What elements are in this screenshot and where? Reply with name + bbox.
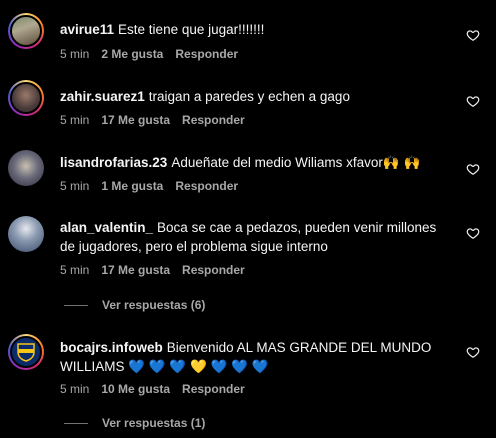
comment-time: 5 min xyxy=(60,263,90,277)
divider-line xyxy=(64,423,88,425)
reply-button[interactable]: Responder xyxy=(175,179,238,193)
view-replies-button[interactable]: Ver respuestas (1) xyxy=(64,416,205,430)
reply-button[interactable]: Responder xyxy=(182,263,245,277)
comment-time: 5 min xyxy=(60,113,90,127)
heart-outline-icon[interactable] xyxy=(466,345,480,359)
avatar[interactable] xyxy=(8,334,44,370)
view-replies-label[interactable]: Ver respuestas (6) xyxy=(102,298,205,312)
comment-likes[interactable]: 1 Me gusta xyxy=(101,179,163,193)
divider-line xyxy=(64,305,88,307)
heart-outline-icon[interactable] xyxy=(466,94,480,108)
avatar[interactable] xyxy=(8,13,44,49)
comment-text: traigan a paredes y echen a gago xyxy=(148,89,350,104)
view-replies-button[interactable]: Ver respuestas (6) xyxy=(64,298,205,312)
comment-text: Adueñate del medio Wiliams xfavor🙌 🙌 xyxy=(171,155,421,170)
comment-time: 5 min xyxy=(60,47,90,61)
comment-likes[interactable]: 17 Me gusta xyxy=(101,113,170,127)
heart-outline-icon[interactable] xyxy=(466,28,480,42)
comment-time: 5 min xyxy=(60,179,90,193)
heart-outline-icon[interactable] xyxy=(466,162,480,176)
comment-time: 5 min xyxy=(60,382,90,396)
comment-username[interactable]: zahir.suarez1 xyxy=(60,89,145,104)
avatar[interactable] xyxy=(8,80,44,116)
comment-username[interactable]: lisandrofarias.23 xyxy=(60,155,167,170)
comment-username[interactable]: bocajrs.infoweb xyxy=(60,340,163,355)
reply-button[interactable]: Responder xyxy=(182,113,245,127)
club-crest-icon xyxy=(17,343,35,362)
view-replies-label[interactable]: Ver respuestas (1) xyxy=(102,416,205,430)
avatar[interactable] xyxy=(8,216,44,252)
comment-likes[interactable]: 17 Me gusta xyxy=(101,263,170,277)
reply-button[interactable]: Responder xyxy=(182,382,245,396)
comment-likes[interactable]: 2 Me gusta xyxy=(101,47,163,61)
avatar[interactable] xyxy=(8,150,44,186)
comment-username[interactable]: avirue11 xyxy=(60,22,114,37)
comment-text: Este tiene que jugar!!!!!!! xyxy=(118,22,265,37)
comment-likes[interactable]: 10 Me gusta xyxy=(101,382,170,396)
reply-button[interactable]: Responder xyxy=(175,47,238,61)
comment-username[interactable]: alan_valentin_ xyxy=(60,220,153,235)
heart-outline-icon[interactable] xyxy=(466,226,480,240)
